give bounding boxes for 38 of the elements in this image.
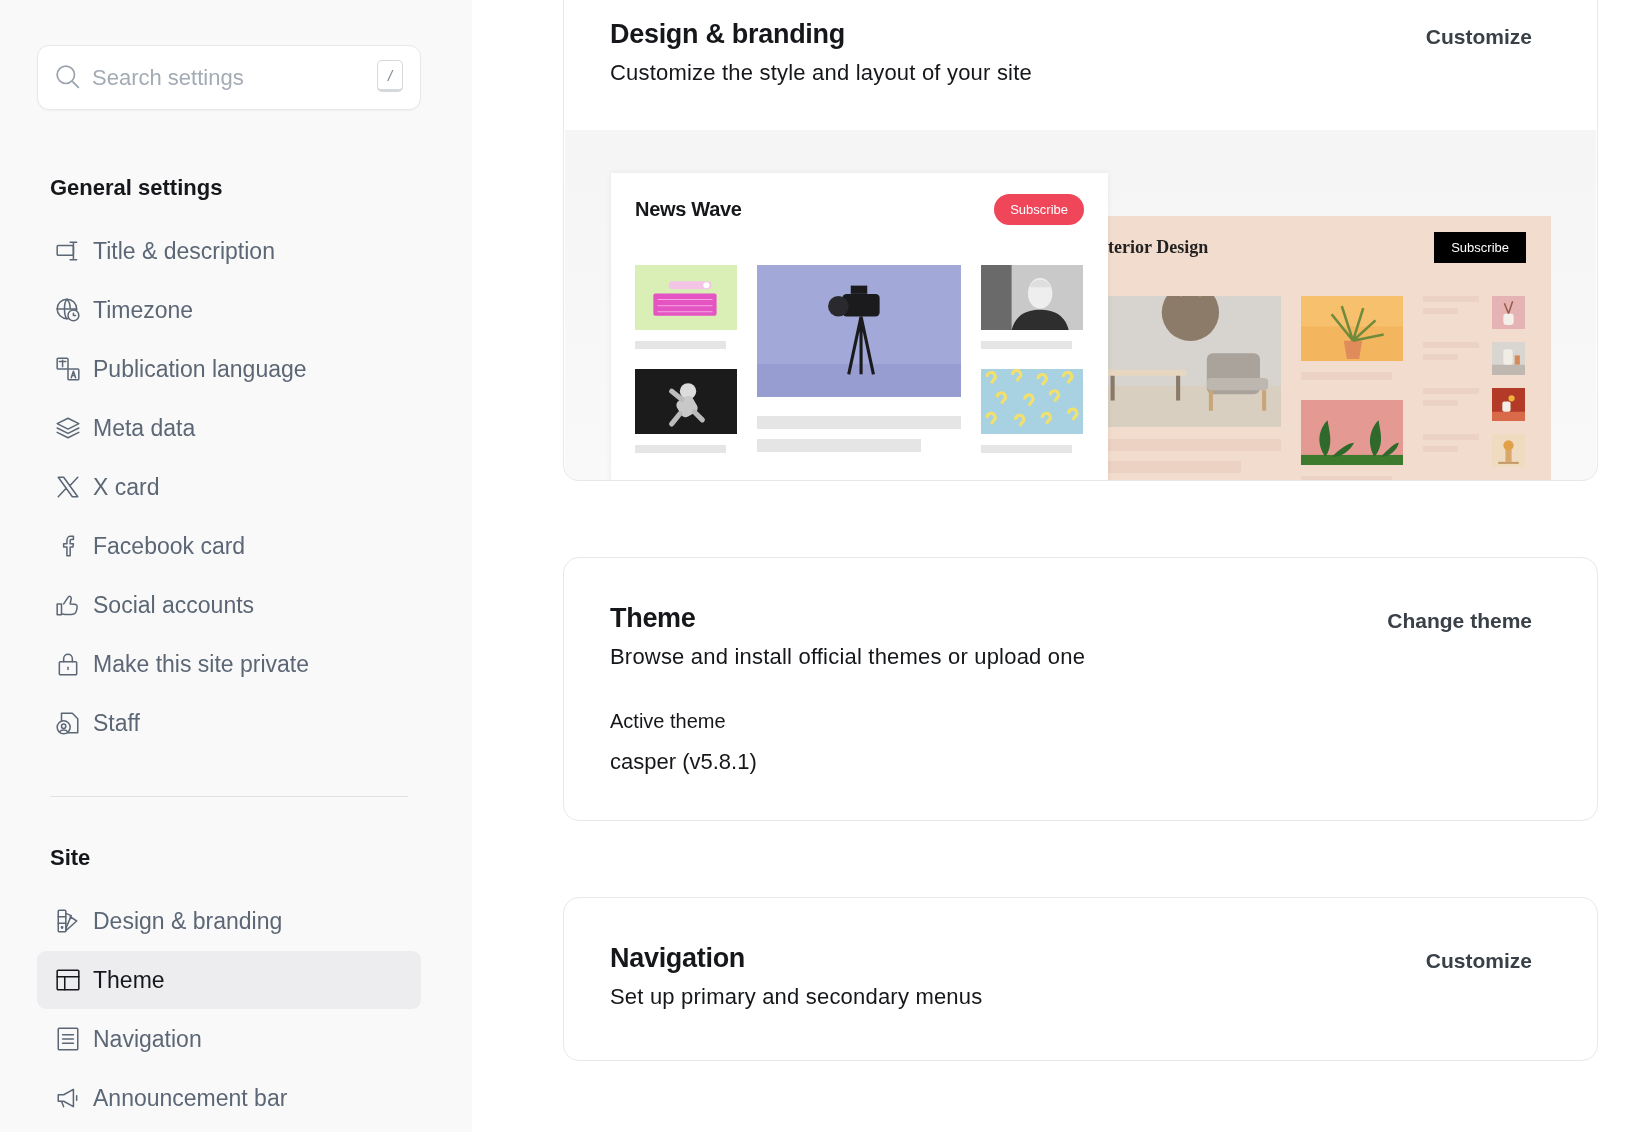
- layout-icon: [55, 967, 81, 993]
- card-description: Customize the style and layout of your site: [610, 60, 1032, 86]
- section-heading: General settings: [49, 174, 224, 202]
- sidebar-item[interactable]: Timezone: [37, 281, 421, 339]
- sidebar-item[interactable]: Facebook card: [37, 517, 421, 575]
- field-label: Active theme: [610, 710, 727, 733]
- action-link[interactable]: Customize: [1425, 19, 1532, 55]
- card-title: Navigation: [610, 943, 747, 974]
- card-title: Theme: [610, 603, 697, 634]
- globe-clock-icon: [55, 297, 81, 323]
- sidebar-item[interactable]: Navigation: [37, 1010, 421, 1068]
- site-title: News Wave: [635, 197, 742, 221]
- action-link[interactable]: Customize: [1425, 943, 1532, 979]
- sidebar-item[interactable]: Make this site private: [37, 635, 421, 693]
- sidebar-item[interactable]: Publication language: [37, 340, 421, 398]
- thumbs-up-icon: [55, 592, 81, 618]
- sidebar-item[interactable]: X card: [37, 458, 421, 516]
- field-value: casper (v5.8.1): [610, 749, 758, 775]
- search-icon: [55, 64, 81, 90]
- x-logo-icon: [55, 474, 81, 500]
- list-icon: [55, 1026, 81, 1052]
- sidebar-item[interactable]: Announcement bar: [37, 1069, 421, 1127]
- sidebar-item[interactable]: Theme: [37, 951, 421, 1009]
- translate-icon: [55, 356, 81, 382]
- shortcut-key: /: [377, 60, 403, 92]
- card-title: Design & branding: [610, 19, 846, 50]
- site-title: terior Design: [1108, 237, 1209, 258]
- sidebar-item[interactable]: Staff: [37, 694, 421, 752]
- sidebar-item[interactable]: Meta data: [37, 399, 421, 457]
- card-description: Set up primary and secondary menus: [610, 984, 983, 1010]
- card-description: Browse and install official themes or upload one: [610, 644, 1086, 670]
- user-badge-icon: [55, 710, 81, 736]
- section-heading: Site: [49, 844, 92, 872]
- layers-icon: [55, 415, 81, 441]
- sidebar-item[interactable]: Design & branding: [37, 892, 421, 950]
- sidebar-item[interactable]: Social accounts: [37, 576, 421, 634]
- sidebar-item[interactable]: Title & description: [37, 222, 421, 280]
- action-link[interactable]: Change theme: [1387, 603, 1532, 639]
